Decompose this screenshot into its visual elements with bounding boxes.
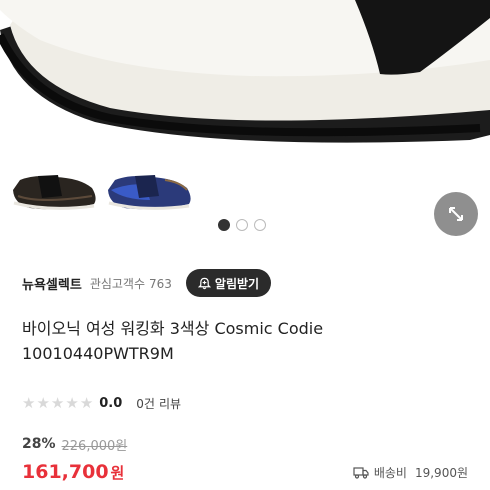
discount-rate: 28% [22,436,56,452]
expand-image-button[interactable] [434,192,478,236]
carousel-dots [218,219,266,231]
alarm-label: 알림받기 [214,276,260,291]
rating-stars: ★ ★ ★ ★ ★ [22,393,94,412]
shoe-main-image [0,0,490,152]
follow-count: 관심고객수 763 [90,275,172,292]
bell-plus-icon [197,277,211,289]
thumbnail-strip [0,152,490,217]
seller-info: 뉴욕셀렉트 관심고객수 763 알림받기 [22,268,468,298]
sale-price: 161,700 [22,461,109,483]
price-discount-row: 28% 226,000원 [22,434,127,454]
carousel-dot-1[interactable] [218,219,230,231]
follow-count-value: 763 [149,276,172,291]
carousel-dot-2[interactable] [236,219,248,231]
star-icon: ★ [50,393,65,412]
follow-label: 관심고객수 [89,276,146,291]
review-label: 리뷰 [158,396,182,411]
star-icon: ★ [22,393,36,412]
truck-icon [353,466,369,479]
rating-row[interactable]: ★ ★ ★ ★ ★ 0.0 0건 리뷰 [22,393,181,413]
sale-price-currency: 원 [110,463,125,482]
seller-name[interactable]: 뉴욕셀렉트 [22,274,82,293]
carousel-dot-3[interactable] [254,219,266,231]
rating-value: 0.0 [99,395,123,411]
product-title-line1: 바이오닉 여성 워킹화 3색상 Cosmic Codie [22,319,324,338]
thumbnail-black-shoe[interactable] [10,160,100,215]
product-title: 바이오닉 여성 워킹화 3색상 Cosmic Codie 10010440PWT… [22,316,472,366]
alarm-button[interactable]: 알림받기 [185,269,272,297]
price-sale-row: 161,700 원 배송비 19,900원 [22,458,468,486]
review-count[interactable]: 0건 리뷰 [136,395,181,412]
review-count-value: 0건 [136,396,155,411]
shipping-label: 배송비 [373,465,407,480]
thumbnail-navy-shoe[interactable] [105,160,195,215]
expand-icon [449,207,463,221]
product-title-line2: 10010440PWTR9M [22,344,174,363]
shipping-fee: 19,900원 [414,465,468,480]
star-icon: ★ [36,393,50,412]
shipping-info: 배송비 19,900원 [353,464,468,481]
original-price: 226,000원 [61,438,128,454]
star-icon: ★ [65,393,79,412]
product-main-image[interactable] [0,0,490,152]
star-icon: ★ [79,393,94,412]
